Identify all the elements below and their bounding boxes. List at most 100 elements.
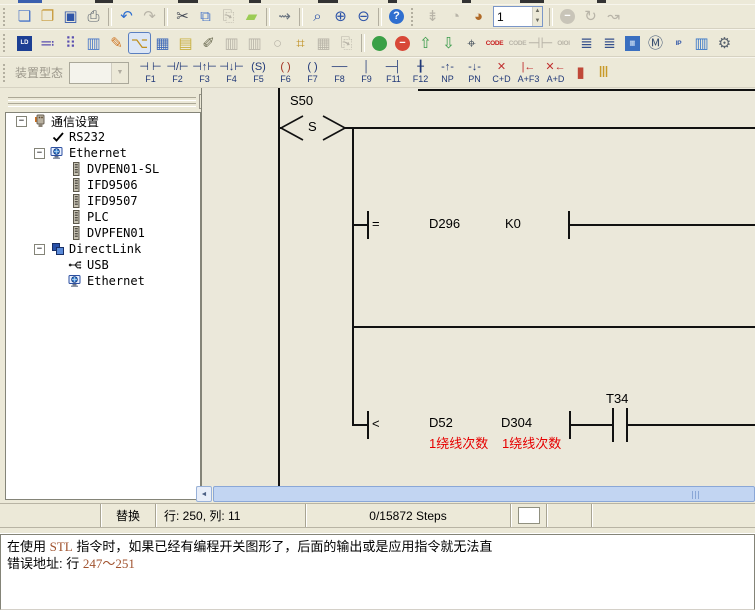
code-to-ladder-button[interactable]: CODE xyxy=(506,32,529,54)
monitor-stop-button[interactable]: ▥ xyxy=(243,32,266,54)
delete-vertical-line-button[interactable]: ✕C+D xyxy=(489,59,514,86)
step-ladder-button[interactable]: (S)F5 xyxy=(246,59,271,86)
simulator-button[interactable]: ▦ xyxy=(621,32,644,54)
thermometer-monitor-button[interactable]: ▮ xyxy=(569,62,592,84)
trace-monitor-button[interactable]: ↝ xyxy=(602,6,625,28)
ladder-compile-button[interactable]: ⌗ xyxy=(289,32,312,54)
tree-item-dvpen01-sl[interactable]: DVPEN01-SL xyxy=(6,161,200,177)
stop-plc-button[interactable]: − xyxy=(391,32,414,54)
scan-count-input[interactable] xyxy=(494,7,532,26)
help-button[interactable]: ? xyxy=(385,6,408,28)
delete-row-key-button[interactable]: ✕←A+D xyxy=(543,59,568,86)
tree-item-通信设置[interactable]: −通信设置 xyxy=(6,113,200,129)
panel-splitter[interactable] xyxy=(0,527,755,534)
stop-monitor-button[interactable]: − xyxy=(556,6,579,28)
contact-closed-button[interactable]: ⊣/⊢F2 xyxy=(165,59,190,86)
redo-button[interactable]: ↷ xyxy=(138,6,161,28)
copy-button[interactable]: ⧉ xyxy=(194,6,217,28)
undo-button[interactable]: ↶ xyxy=(115,6,138,28)
device-comment-button[interactable]: ▤ xyxy=(174,32,197,54)
sfc-view-button[interactable]: ⠿ xyxy=(59,32,82,54)
print-button[interactable]: ⎙ xyxy=(82,6,105,28)
upload-program-button[interactable]: ⇧ xyxy=(414,32,437,54)
open-file-button[interactable]: ❐ xyxy=(36,6,59,28)
delete-row-button[interactable]: ≣ xyxy=(598,32,621,54)
scrollbar-track[interactable] xyxy=(212,486,755,502)
save-file-button[interactable]: ▣ xyxy=(59,6,82,28)
contact-open-button[interactable]: ⊣ ⊢F1 xyxy=(138,59,163,86)
scroll-left-button[interactable]: ◄ xyxy=(196,486,212,502)
zoom-out-button[interactable]: ⊖ xyxy=(352,6,375,28)
tree-expander-icon[interactable]: − xyxy=(34,244,45,255)
device-type-combo[interactable]: ▼ xyxy=(69,62,129,84)
tree-item-ethernet[interactable]: −Ethernet xyxy=(6,145,200,161)
find-button[interactable]: ⌕ xyxy=(306,6,329,28)
cut-button[interactable]: ✂ xyxy=(171,6,194,28)
erase-button[interactable]: ▰ xyxy=(240,6,263,28)
communication-link-button[interactable]: ⌖ xyxy=(460,32,483,54)
edit-mode-button[interactable]: ✎ xyxy=(105,32,128,54)
application-instruction-button[interactable]: ( )F7 xyxy=(300,59,325,86)
ip-search-button[interactable]: IP xyxy=(667,32,690,54)
ladder-check-button[interactable]: ⊣⊢ xyxy=(529,32,552,54)
tree-expander-icon[interactable]: − xyxy=(34,148,45,159)
monitor-device-button[interactable]: ⇟ xyxy=(421,6,444,28)
insert-row-button[interactable]: ≣ xyxy=(575,32,598,54)
scrollbar-thumb[interactable] xyxy=(213,486,755,502)
monitor-find-button[interactable]: Ⓜ xyxy=(644,32,667,54)
inverse-logic-button[interactable]: ─┤F11 xyxy=(381,59,406,86)
tree-item-dvpfen01[interactable]: DVPFEN01 xyxy=(6,225,200,241)
tree-item-ethernet[interactable]: Ethernet xyxy=(6,273,200,289)
contact-falling-button[interactable]: ⊣↓⊢F4 xyxy=(219,59,244,86)
contact-rising-button[interactable]: ⊣↑⊢F3 xyxy=(192,59,217,86)
scan-count-arrows[interactable]: ▲▼ xyxy=(532,7,542,26)
horizontal-line-button[interactable]: ──F8 xyxy=(327,59,352,86)
highlight-bulb-button[interactable]: ○ xyxy=(266,32,289,54)
paste-button[interactable]: ⎘ xyxy=(217,6,240,28)
api-list-button[interactable]: Ⅲ xyxy=(592,62,615,84)
goto-jump-icon: ⇝ xyxy=(278,9,291,24)
edit-monitor-button[interactable]: ◔ xyxy=(444,6,467,28)
tree-item-plc[interactable]: PLC xyxy=(6,209,200,225)
tree-item-rs232[interactable]: RS232 xyxy=(6,129,200,145)
run-plc-button[interactable] xyxy=(368,32,391,54)
spin-up-icon[interactable]: ▲ xyxy=(533,7,542,17)
network-monitor-button[interactable]: ▥ xyxy=(690,32,713,54)
falling-pulse-button[interactable]: -↓-PN xyxy=(462,59,487,86)
vertical-line-button[interactable]: │F9 xyxy=(354,59,379,86)
instruction-view-button[interactable]: ≕ xyxy=(36,32,59,54)
io-check-button[interactable]: OIOI xyxy=(552,32,575,54)
tree-item-ifd9506[interactable]: IFD9506 xyxy=(6,177,200,193)
monitor-start-button[interactable]: ▥ xyxy=(220,32,243,54)
sfc-flowchart-button[interactable]: ⌥ xyxy=(128,32,151,54)
download-program-button[interactable]: ⇩ xyxy=(437,32,460,54)
vertical-line-label: F9 xyxy=(361,74,372,84)
clipboard-disabled-button[interactable]: ⎘ xyxy=(335,32,358,54)
comment-view-button[interactable]: ▥ xyxy=(82,32,105,54)
insert-row-key-button[interactable]: |←A+F3 xyxy=(516,59,541,86)
comment-marker-button[interactable]: ✐ xyxy=(197,32,220,54)
ladder-view-button[interactable]: LD xyxy=(13,32,36,54)
tree-item-usb[interactable]: USB xyxy=(6,257,200,273)
ladder-to-code-button[interactable]: CODE xyxy=(483,32,506,54)
options-gear-button[interactable]: ⚙ xyxy=(713,32,736,54)
tree-item-ifd9507[interactable]: IFD9507 xyxy=(6,193,200,209)
table-disabled-button[interactable]: ▦ xyxy=(312,32,335,54)
new-file-button[interactable]: ❏ xyxy=(13,6,36,28)
tree-expander-icon[interactable]: − xyxy=(16,116,27,127)
tree-item-directlink[interactable]: −DirectLink xyxy=(6,241,200,257)
horizontal-scrollbar[interactable]: ◄ xyxy=(196,486,755,502)
output-coil-button[interactable]: ( )F6 xyxy=(273,59,298,86)
tree-item-label: IFD9506 xyxy=(87,178,138,192)
dock-panel-header[interactable]: ↧ × xyxy=(5,94,224,112)
refresh-monitor-button[interactable]: ↻ xyxy=(579,6,602,28)
zoom-in-button[interactable]: ⊕ xyxy=(329,6,352,28)
rising-pulse-button[interactable]: -↑-NP xyxy=(435,59,460,86)
branch-line-button[interactable]: ╂F12 xyxy=(408,59,433,86)
code-to-ladder-icon: CODE xyxy=(509,40,527,47)
symbol-table-button[interactable]: ▦ xyxy=(151,32,174,54)
spin-down-icon[interactable]: ▼ xyxy=(533,17,542,27)
goto-jump-button[interactable]: ⇝ xyxy=(273,6,296,28)
scan-time-button[interactable]: ◕ xyxy=(467,6,490,28)
ladder-editor-canvas[interactable]: S50 S = D296 K0 < D52 D304 T34 xyxy=(201,88,755,486)
